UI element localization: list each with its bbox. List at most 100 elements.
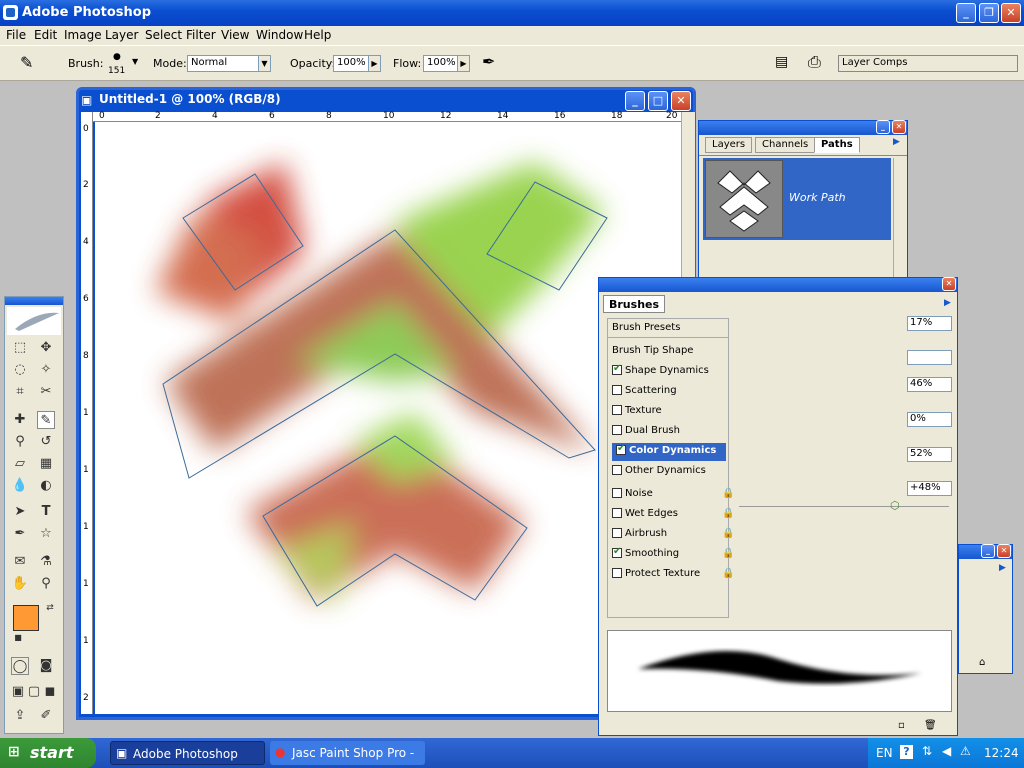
eyedropper-icon[interactable]: ⚗ bbox=[37, 553, 55, 571]
magic-wand-icon[interactable]: ✧ bbox=[37, 361, 55, 379]
panel-menu-arrow-icon[interactable]: ▶ bbox=[893, 137, 900, 147]
network-tray-icon[interactable]: ⇅ bbox=[922, 744, 932, 758]
jump-to-imageready-icon[interactable]: ⇪ bbox=[11, 707, 29, 725]
opacity-arrow-icon[interactable]: ▶ bbox=[368, 55, 381, 72]
slider-thumb-icon[interactable]: ⬡ bbox=[890, 499, 900, 512]
wet-edges-item[interactable]: Wet Edges bbox=[612, 508, 678, 519]
path-selection-icon[interactable]: ➤ bbox=[11, 503, 29, 521]
protect-texture-item[interactable]: Protect Texture bbox=[612, 568, 700, 579]
smoothing-checkbox[interactable] bbox=[612, 546, 622, 558]
texture-checkbox[interactable] bbox=[612, 405, 622, 415]
menu-layer[interactable]: Layer bbox=[105, 28, 138, 42]
texture-item[interactable]: Texture bbox=[612, 405, 662, 416]
color-dynamics-item[interactable]: Color Dynamics bbox=[612, 443, 726, 461]
standard-mode-icon[interactable]: ◯ bbox=[11, 657, 29, 675]
brush-presets-item[interactable]: Brush Presets bbox=[612, 322, 680, 333]
document-canvas[interactable] bbox=[95, 122, 681, 714]
zoom-tool-icon[interactable]: ⚲ bbox=[37, 575, 55, 593]
shape-dynamics-item[interactable]: Shape Dynamics bbox=[612, 363, 709, 376]
close-button[interactable]: ✕ bbox=[1001, 3, 1021, 23]
other-dynamics-item[interactable]: Other Dynamics bbox=[612, 465, 706, 476]
blur-tool-icon[interactable]: 💧 bbox=[11, 477, 29, 495]
shape-tool-icon[interactable]: ☆ bbox=[37, 525, 55, 543]
crop-tool-icon[interactable]: ⌗ bbox=[11, 383, 29, 401]
clone-stamp-icon[interactable]: ⚲ bbox=[11, 433, 29, 451]
menu-filter[interactable]: Filter bbox=[186, 28, 216, 42]
menu-select[interactable]: Select bbox=[145, 28, 182, 42]
lasso-tool-icon[interactable]: ◌ bbox=[11, 361, 29, 379]
layer-comps-tab[interactable]: Layer Comps bbox=[838, 55, 1018, 72]
screen-mode-full-icon[interactable]: ◼ bbox=[41, 683, 59, 701]
language-indicator[interactable]: EN bbox=[876, 746, 893, 760]
smoothing-item[interactable]: Smoothing bbox=[612, 546, 679, 559]
wet-edges-lock-icon[interactable]: 🔒 bbox=[722, 508, 734, 519]
layers-minimize-button[interactable]: _ bbox=[876, 120, 890, 134]
move-tool-icon[interactable]: ✥ bbox=[37, 339, 55, 357]
wet-edges-checkbox[interactable] bbox=[612, 508, 622, 518]
taskbar-item-photoshop[interactable]: ▣ Adobe Photoshop bbox=[110, 741, 265, 765]
pen-tool-icon[interactable]: ✒ bbox=[11, 525, 29, 543]
brush-tool-icon[interactable]: ✎ bbox=[20, 53, 33, 72]
hand-tool-icon[interactable]: ✋ bbox=[11, 575, 29, 593]
other-dynamics-checkbox[interactable] bbox=[612, 465, 622, 475]
help-tray-icon[interactable]: ? bbox=[900, 745, 913, 759]
tools-palette-header[interactable] bbox=[5, 297, 63, 305]
doc-close-button[interactable]: ✕ bbox=[671, 91, 691, 111]
notes-tool-icon[interactable]: ✉ bbox=[11, 553, 29, 571]
size-jitter-value[interactable]: 17% bbox=[907, 316, 952, 331]
tab-layers[interactable]: Layers bbox=[705, 137, 753, 153]
slice-tool-icon[interactable]: ✂ bbox=[37, 383, 55, 401]
gradient-tool-icon[interactable]: ▦ bbox=[37, 455, 55, 473]
menu-window[interactable]: Window bbox=[256, 28, 303, 42]
horizontal-ruler[interactable]: 0 2 4 6 8 10 12 14 16 18 20 bbox=[81, 111, 681, 122]
tab-channels[interactable]: Channels bbox=[755, 137, 816, 153]
partial-close-button[interactable]: ✕ bbox=[997, 544, 1011, 558]
airbrush-item[interactable]: Airbrush bbox=[612, 528, 667, 539]
jitter-value-2[interactable]: 46% bbox=[907, 377, 952, 392]
quick-mask-icon[interactable]: ◙ bbox=[37, 657, 55, 675]
security-tray-icon[interactable]: ⚠ bbox=[960, 744, 971, 758]
noise-item[interactable]: Noise bbox=[612, 488, 653, 499]
menu-help[interactable]: Help bbox=[304, 28, 331, 42]
slider-track[interactable] bbox=[739, 506, 949, 507]
palette-well-icon[interactable]: ▤ bbox=[775, 54, 788, 70]
type-tool-icon[interactable]: T bbox=[37, 503, 55, 521]
foreground-color-swatch[interactable] bbox=[13, 605, 39, 631]
brush-tool-selected-icon[interactable]: ✎ bbox=[37, 411, 55, 429]
printer-icon[interactable]: ⎙ bbox=[808, 52, 821, 72]
airbrush-icon[interactable]: ✒ bbox=[482, 52, 495, 71]
eraser-tool-icon[interactable]: ▱ bbox=[11, 455, 29, 473]
scattering-checkbox[interactable] bbox=[612, 385, 622, 395]
mode-dropdown-icon[interactable]: ▼ bbox=[258, 55, 271, 72]
flow-input[interactable]: 100% bbox=[423, 55, 459, 72]
healing-brush-icon[interactable]: ✚ bbox=[11, 411, 29, 429]
smoothing-lock-icon[interactable]: 🔒 bbox=[722, 548, 734, 559]
partial-footer-icon[interactable]: ⌂ bbox=[979, 657, 985, 668]
mode-select[interactable]: Normal bbox=[187, 55, 261, 72]
brush-tip-shape-item[interactable]: Brush Tip Shape bbox=[612, 345, 693, 356]
menu-image[interactable]: Image bbox=[64, 28, 102, 42]
jitter-value-5[interactable]: +48% bbox=[907, 481, 952, 496]
shape-dynamics-checkbox[interactable] bbox=[612, 363, 622, 375]
dual-brush-item[interactable]: Dual Brush bbox=[612, 425, 680, 436]
brushes-menu-arrow-icon[interactable]: ▶ bbox=[944, 298, 951, 308]
opacity-input[interactable]: 100% bbox=[333, 55, 369, 72]
color-dynamics-checkbox[interactable] bbox=[616, 443, 626, 455]
jitter-value-3[interactable]: 0% bbox=[907, 412, 952, 427]
restore-button[interactable]: ❐ bbox=[979, 3, 999, 23]
layers-close-button[interactable]: ✕ bbox=[892, 120, 906, 134]
partial-menu-arrow-icon[interactable]: ▶ bbox=[999, 563, 1006, 573]
flow-arrow-icon[interactable]: ▶ bbox=[457, 55, 470, 72]
scattering-item[interactable]: Scattering bbox=[612, 385, 677, 396]
control-field-empty[interactable] bbox=[907, 350, 952, 365]
path-row-work-path[interactable]: Work Path bbox=[703, 158, 891, 240]
airbrush-checkbox[interactable] bbox=[612, 528, 622, 538]
brush-dot-icon[interactable]: ● bbox=[113, 52, 121, 62]
delete-preset-icon[interactable]: 🗑 bbox=[924, 720, 937, 731]
marquee-tool-icon[interactable]: ⬚ bbox=[11, 339, 29, 357]
partial-minimize-button[interactable]: _ bbox=[981, 544, 995, 558]
brush-picker-arrow-icon[interactable]: ▼ bbox=[132, 57, 138, 66]
noise-lock-icon[interactable]: 🔒 bbox=[722, 488, 734, 499]
history-brush-icon[interactable]: ↺ bbox=[37, 433, 55, 451]
airbrush-lock-icon[interactable]: 🔒 bbox=[722, 528, 734, 539]
